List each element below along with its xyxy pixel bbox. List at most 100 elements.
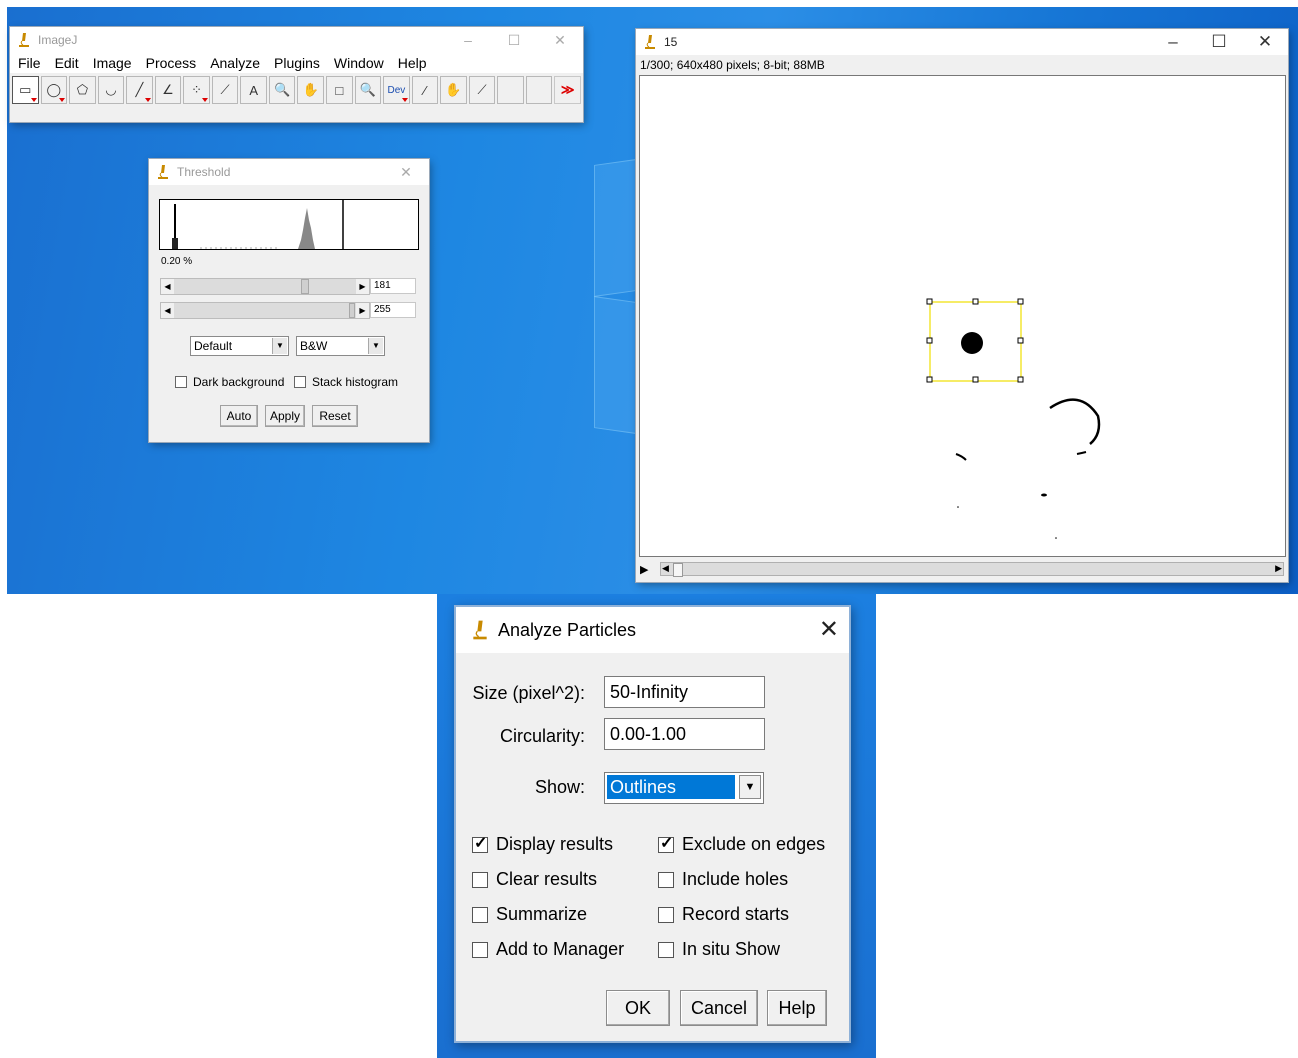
close-button[interactable]: ✕ — [537, 27, 583, 53]
submenu-indicator — [401, 98, 408, 102]
menu-window[interactable]: Window — [334, 55, 384, 71]
min-threshold-value[interactable]: 181 — [370, 278, 416, 294]
slider-thumb[interactable] — [349, 303, 355, 318]
imagej-titlebar[interactable]: ImageJ – ☐ ✕ — [10, 27, 583, 53]
menu-edit[interactable]: Edit — [55, 55, 79, 71]
record-starts-checkbox[interactable]: Record starts — [658, 904, 789, 925]
apply-button[interactable]: Apply — [265, 405, 305, 427]
checkbox-box[interactable]: ✓ — [472, 835, 488, 853]
dev-tool[interactable]: Dev — [383, 76, 410, 104]
auto-button[interactable]: Auto — [220, 405, 258, 427]
hand-tool[interactable]: ✋ — [297, 76, 325, 104]
checkbox-box[interactable] — [472, 941, 488, 958]
add-to-manager-checkbox[interactable]: Add to Manager — [472, 939, 624, 960]
max-threshold-value[interactable]: 255 — [370, 302, 416, 318]
close-icon[interactable]: ✕ — [819, 615, 839, 644]
magnifier-tool[interactable]: 🔍 — [268, 76, 296, 104]
checkbox-box[interactable]: ✓ — [658, 835, 674, 853]
slider-right-arrow[interactable]: ▶ — [356, 279, 369, 294]
show-label: Show: — [534, 777, 585, 797]
slider-thumb[interactable] — [301, 279, 309, 294]
polygon-tool[interactable]: ⬠ — [69, 76, 96, 104]
brush-tool[interactable]: ∕ — [411, 76, 439, 104]
summarize-checkbox[interactable]: Summarize — [472, 904, 587, 925]
checkbox-box[interactable] — [472, 871, 488, 888]
slider-right-arrow[interactable]: ▶ — [356, 303, 369, 318]
analyze-titlebar[interactable]: Analyze Particles ✕ — [456, 607, 849, 653]
maximize-button[interactable]: ☐ — [491, 27, 537, 53]
line-tool[interactable]: ╱ — [126, 76, 153, 104]
minimize-button[interactable]: – — [445, 27, 491, 53]
point-tool-icon: ⁘ — [191, 82, 202, 97]
circularity-input[interactable]: 0.00-1.00 — [604, 718, 765, 750]
chevron-down-icon[interactable]: ▼ — [739, 775, 761, 799]
rectangle-tool[interactable]: ▭ — [12, 76, 39, 104]
mode-select[interactable]: B&W ▼ — [296, 336, 385, 356]
checkbox-box[interactable] — [294, 376, 306, 388]
zoom-tool[interactable]: 🔍 — [354, 76, 382, 104]
minimize-button[interactable]: – — [1150, 29, 1196, 55]
dark-background-checkbox[interactable]: Dark background — [175, 375, 284, 389]
play-icon[interactable]: ▶ — [640, 563, 648, 576]
microscope-icon — [158, 165, 168, 179]
method-select[interactable]: Default ▼ — [190, 336, 289, 356]
reset-button[interactable]: Reset — [312, 405, 358, 427]
close-button[interactable]: ✕ — [1242, 29, 1288, 55]
chevron-down-icon[interactable]: ▼ — [368, 338, 383, 354]
display-results-checkbox[interactable]: ✓ Display results — [472, 834, 613, 855]
size-input[interactable]: 50-Infinity — [604, 676, 765, 708]
exclude-edges-checkbox[interactable]: ✓ Exclude on edges — [658, 834, 825, 855]
pipette-tool[interactable]: ⟋ — [468, 76, 496, 104]
method-value: Default — [194, 339, 233, 353]
empty-tool-2[interactable] — [525, 76, 553, 104]
maximize-button[interactable]: ☐ — [1196, 29, 1242, 55]
wand-tool[interactable]: ⟋ — [211, 76, 239, 104]
ok-button[interactable]: OK — [606, 990, 670, 1026]
clear-results-checkbox[interactable]: Clear results — [472, 869, 597, 890]
scroll-left-arrow[interactable]: ◀ — [662, 563, 669, 574]
mode-value: B&W — [300, 339, 328, 353]
checkbox-box[interactable] — [658, 906, 674, 923]
scroll-thumb[interactable] — [673, 563, 683, 577]
menu-analyze[interactable]: Analyze — [210, 55, 260, 71]
checkbox-box[interactable] — [175, 376, 187, 388]
min-threshold-slider[interactable]: ◀ ▶ — [160, 278, 370, 295]
scroll-track[interactable]: ◀ ▶ — [660, 562, 1284, 577]
close-button[interactable]: ✕ — [383, 159, 429, 185]
analyze-particles-dialog: Analyze Particles ✕ Size (pixel^2): 50-I… — [454, 605, 851, 1043]
chevron-down-icon[interactable]: ▼ — [272, 338, 287, 354]
show-select[interactable]: Outlines ▼ — [604, 772, 764, 804]
image-titlebar[interactable]: 15 – ☐ ✕ — [636, 29, 1288, 55]
menu-file[interactable]: File — [18, 55, 41, 71]
oval-tool[interactable]: ◯ — [40, 76, 68, 104]
menu-process[interactable]: Process — [146, 55, 197, 71]
more-tools[interactable]: ≫ — [554, 76, 581, 104]
checkbox-box[interactable] — [658, 941, 674, 958]
help-button[interactable]: Help — [767, 990, 827, 1026]
horizontal-scrollbar[interactable]: ▶ ◀ ▶ — [636, 560, 1288, 578]
point-tool[interactable]: ⁘ — [183, 76, 210, 104]
max-threshold-slider[interactable]: ◀ ▶ — [160, 302, 370, 319]
image-content — [926, 298, 1101, 539]
menu-image[interactable]: Image — [93, 55, 132, 71]
in-situ-show-checkbox[interactable]: In situ Show — [658, 939, 780, 960]
cancel-button[interactable]: Cancel — [680, 990, 758, 1026]
flood-tool[interactable]: ✋ — [440, 76, 467, 104]
menu-plugins[interactable]: Plugins — [274, 55, 320, 71]
stack-histogram-checkbox[interactable]: Stack histogram — [294, 375, 398, 389]
window-title: ImageJ — [38, 33, 78, 47]
slider-left-arrow[interactable]: ◀ — [161, 279, 174, 294]
image-canvas[interactable] — [639, 75, 1286, 557]
empty-tool-1[interactable] — [497, 76, 524, 104]
checkbox-box[interactable] — [472, 906, 488, 923]
angle-tool[interactable]: ∠ — [154, 76, 182, 104]
include-holes-checkbox[interactable]: Include holes — [658, 869, 788, 890]
freehand-tool[interactable]: ◡ — [97, 76, 125, 104]
menu-help[interactable]: Help — [398, 55, 427, 71]
color-picker-tool[interactable]: □ — [326, 76, 353, 104]
scroll-right-arrow[interactable]: ▶ — [1275, 563, 1282, 574]
slider-left-arrow[interactable]: ◀ — [161, 303, 174, 318]
threshold-titlebar[interactable]: Threshold ✕ — [149, 159, 429, 185]
text-tool[interactable]: A — [240, 76, 267, 104]
checkbox-box[interactable] — [658, 871, 674, 888]
